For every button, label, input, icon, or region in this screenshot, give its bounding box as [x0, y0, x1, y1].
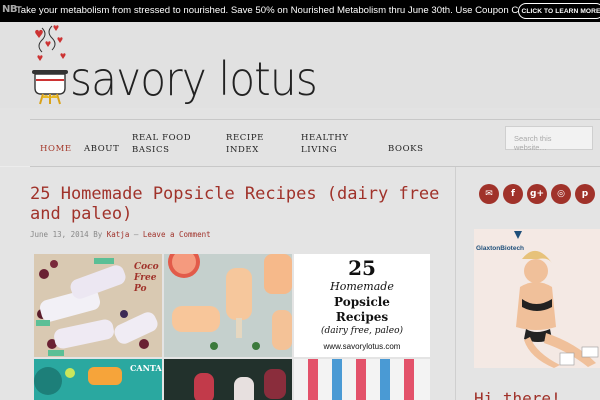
nav-divider-top: [30, 119, 600, 120]
promo-badge: NB: [2, 4, 18, 15]
meta-separator: —: [133, 230, 139, 239]
search-input[interactable]: Search this website…: [505, 126, 593, 152]
title-card-line4: (dairy free, paleo): [320, 326, 404, 336]
post-date: June 13, 2014: [30, 230, 89, 239]
collage-tile-berry: [164, 359, 292, 400]
pinterest-icon[interactable]: p: [575, 184, 595, 204]
promo-bar: NB Take your metabolism from stressed to…: [0, 0, 600, 22]
promo-message[interactable]: Take your metabolism from stressed to no…: [16, 5, 593, 16]
site-title[interactable]: savory lotus: [70, 52, 318, 106]
email-icon[interactable]: ✉: [479, 184, 499, 204]
title-card-line3: Recipes: [335, 310, 389, 324]
leave-comment-link[interactable]: Leave a Comment: [143, 230, 211, 239]
nav-home[interactable]: HOME: [40, 143, 72, 155]
post-author-link[interactable]: Katja: [107, 230, 130, 239]
striped-pops-illustration: [308, 359, 414, 400]
sidebar-divider: [455, 167, 456, 400]
learn-more-button[interactable]: CLICK TO LEARN MORE: [518, 3, 600, 19]
title-card-url: www.savorylotus.com: [323, 342, 401, 351]
berry-pops-illustration: [194, 369, 286, 400]
sidebar-greeting: Hi there!: [474, 389, 561, 400]
nav-recipe-index[interactable]: RECIPE INDEX: [226, 132, 270, 156]
tile-coconut-caption: Coco Free Po: [134, 262, 159, 294]
facebook-icon[interactable]: f: [503, 184, 523, 204]
googleplus-icon[interactable]: g+: [527, 184, 547, 204]
nav-about[interactable]: ABOUT: [84, 143, 119, 155]
nav-healthy-living[interactable]: HEALTHY LIVING: [301, 132, 348, 156]
popsicle-collage-image[interactable]: Coco Free Po 25 Homemade Popsicle Recipe…: [34, 254, 430, 400]
nav-real-food-basics[interactable]: REAL FOOD BASICS: [132, 132, 192, 156]
collage-title-card: 25 Homemade Popsicle Recipes (dairy free…: [294, 254, 430, 357]
pot-logo-icon[interactable]: [28, 24, 72, 106]
tile-cantaloupe-caption: CANTALOU: [130, 363, 162, 373]
sidebar-ad[interactable]: GlaxtonBiotech: [474, 229, 600, 368]
collage-tile-grapefruit: [164, 254, 292, 357]
title-card-number: 25: [348, 256, 376, 280]
post-by: By: [93, 230, 103, 239]
post-meta: June 13, 2014 By Katja — Leave a Comment: [30, 230, 211, 239]
collage-tile-cantaloupe: CANTALOU: [34, 359, 162, 400]
collage-tile-striped: [294, 359, 430, 400]
instagram-icon[interactable]: ◎: [551, 184, 571, 204]
site-header: savory lotus: [0, 22, 600, 108]
post-title[interactable]: 25 Homemade Popsicle Recipes (dairy free…: [30, 184, 450, 224]
collage-tile-coconut: Coco Free Po: [34, 254, 162, 357]
grapefruit-pops-illustration: [168, 254, 292, 350]
title-card-line1: Homemade: [330, 280, 394, 293]
nav-books[interactable]: BOOKS: [388, 143, 424, 155]
title-card-line2: Popsicle: [334, 295, 390, 309]
ad-brand-label: GlaxtonBiotech: [476, 245, 525, 252]
